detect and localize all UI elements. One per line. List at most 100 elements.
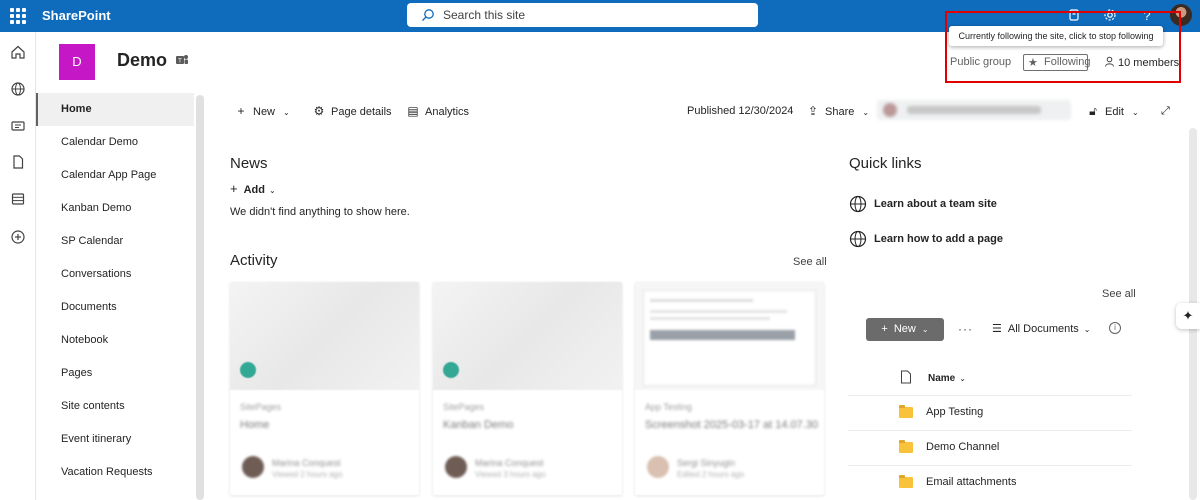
analytics-button[interactable]: ▤ Analytics	[406, 102, 469, 120]
globe-icon[interactable]	[10, 81, 26, 97]
add-label: Add	[243, 184, 265, 196]
file-type-icon[interactable]	[900, 370, 912, 384]
name-column-header[interactable]: Name ⌄	[928, 373, 966, 384]
list-icon[interactable]	[10, 191, 26, 207]
screenshot-preview	[643, 290, 816, 386]
lock-icon: 🔓︎	[1089, 104, 1097, 118]
quick-link-label: Learn how to add a page	[874, 233, 1003, 245]
folder-icon	[899, 475, 913, 488]
documents-see-all-link[interactable]: See all	[1102, 288, 1136, 300]
nav-item-event-itinerary[interactable]: Event itinerary	[36, 423, 194, 456]
new-button[interactable]: + New ⌄	[234, 102, 289, 120]
library-new-button[interactable]: + New ⌄	[866, 318, 944, 341]
nav-item-pages[interactable]: Pages	[36, 357, 194, 390]
more-options-button[interactable]: ···	[958, 322, 973, 336]
site-logo[interactable]: D	[59, 44, 95, 80]
quick-link-item[interactable]: Learn about a team site	[849, 195, 997, 213]
folder-name[interactable]: Email attachments	[926, 476, 1016, 488]
page-details-label: Page details	[331, 106, 392, 118]
activity-card[interactable]: App Testing Screenshot 2025-03-17 at 14.…	[635, 282, 824, 495]
follow-tooltip: Currently following the site, click to s…	[949, 26, 1163, 46]
globe-icon	[849, 230, 867, 248]
share-button[interactable]: ⇪ Share ⌄	[806, 102, 869, 120]
quick-link-label: Learn about a team site	[874, 198, 997, 210]
card-title: Screenshot 2025-03-17 at 14.07.30	[645, 419, 819, 431]
nav-item-vacation-requests[interactable]: Vacation Requests	[36, 456, 194, 489]
author-avatar	[445, 456, 467, 478]
nav-item-kanban-demo[interactable]: Kanban Demo	[36, 192, 194, 225]
activity-title: Activity	[230, 252, 278, 269]
copilot-sparkle-icon[interactable]: ✦	[1176, 303, 1200, 329]
nav-item-conversations[interactable]: Conversations	[36, 258, 194, 291]
activity-see-all-link[interactable]: See all	[793, 256, 827, 268]
card-category: SitePages	[443, 402, 485, 412]
quick-links-title: Quick links	[849, 155, 922, 172]
person-icon	[1105, 56, 1114, 67]
page-details-button[interactable]: ⚙ Page details	[312, 102, 392, 120]
table-row[interactable]: Demo Channel	[848, 430, 1132, 465]
card-thumbnail	[433, 282, 622, 390]
plus-icon: +	[237, 104, 245, 118]
site-navigation: Home Calendar Demo Calendar App Page Kan…	[36, 93, 194, 500]
page-icon	[443, 362, 459, 378]
author-avatar	[647, 456, 669, 478]
new-label: New	[253, 106, 276, 118]
app-rail	[0, 32, 36, 500]
nav-item-calendar-demo[interactable]: Calendar Demo	[36, 126, 194, 159]
app-name[interactable]: SharePoint	[42, 8, 111, 23]
activity-card[interactable]: SitePages Kanban Demo Marina Conquest Vi…	[433, 282, 622, 495]
analytics-label: Analytics	[425, 106, 470, 118]
activity-card[interactable]: SitePages Home Marina Conquest Viewed 2 …	[230, 282, 419, 495]
following-button[interactable]: ★ Following	[1023, 54, 1091, 71]
author-avatar	[242, 456, 264, 478]
news-icon[interactable]	[10, 118, 26, 134]
folder-name[interactable]: App Testing	[926, 406, 983, 418]
nav-item-home[interactable]: Home	[36, 93, 194, 126]
nav-item-documents[interactable]: Documents	[36, 291, 194, 324]
gear-icon: ⚙	[313, 104, 325, 118]
card-author: Sergi Sinyugin	[677, 458, 736, 468]
app-launcher-icon[interactable]	[10, 8, 26, 24]
site-title[interactable]: Demo	[117, 50, 167, 71]
chevron-down-icon: ⌄	[268, 186, 276, 195]
card-meta: Viewed 3 hours ago	[475, 470, 546, 479]
file-icon[interactable]	[10, 154, 26, 170]
news-add-button[interactable]: + Add ⌄	[230, 181, 276, 196]
analytics-icon: ▤	[407, 104, 419, 118]
home-icon[interactable]	[10, 44, 26, 60]
nav-item-calendar-app-page[interactable]: Calendar App Page	[36, 159, 194, 192]
plus-icon: +	[881, 323, 888, 335]
nav-scrollbar[interactable]	[196, 95, 204, 500]
svg-text:T: T	[178, 59, 182, 65]
edit-label: Edit	[1105, 106, 1124, 118]
edit-button[interactable]: 🔓︎ Edit ⌄	[1086, 102, 1139, 120]
page-icon	[240, 362, 256, 378]
quick-link-item[interactable]: Learn how to add a page	[849, 230, 1003, 248]
view-lines-icon: ☰	[992, 323, 1002, 335]
create-add-icon[interactable]	[10, 229, 26, 245]
nav-item-notebook[interactable]: Notebook	[36, 324, 194, 357]
card-title: Home	[240, 419, 270, 431]
nav-item-site-contents[interactable]: Site contents	[36, 390, 194, 423]
privacy-label: Public group	[950, 56, 1012, 68]
nav-item-sp-calendar[interactable]: SP Calendar	[36, 225, 194, 258]
info-icon[interactable]: i	[1109, 322, 1121, 334]
view-label: All Documents	[1007, 323, 1079, 335]
search-box[interactable]: Search this site	[407, 3, 758, 27]
globe-icon	[849, 195, 867, 213]
members-button[interactable]: 10 members	[1104, 56, 1179, 69]
expand-icon[interactable]: ⤢	[1161, 102, 1170, 120]
teams-icon[interactable]: T	[175, 53, 189, 67]
table-row[interactable]: App Testing	[848, 395, 1132, 430]
folder-name[interactable]: Demo Channel	[926, 441, 999, 453]
table-row[interactable]: Email attachments	[848, 465, 1132, 500]
editor-avatar	[883, 103, 897, 117]
card-title: Kanban Demo	[443, 419, 514, 431]
following-label: Following	[1044, 56, 1091, 68]
share-icon: ⇪	[807, 104, 819, 118]
chevron-down-icon: ⌄	[862, 108, 870, 117]
news-title: News	[230, 155, 268, 172]
editing-status-text	[907, 106, 1041, 114]
search-icon	[422, 9, 434, 21]
view-selector[interactable]: ☰ All Documents ⌄	[992, 322, 1091, 335]
